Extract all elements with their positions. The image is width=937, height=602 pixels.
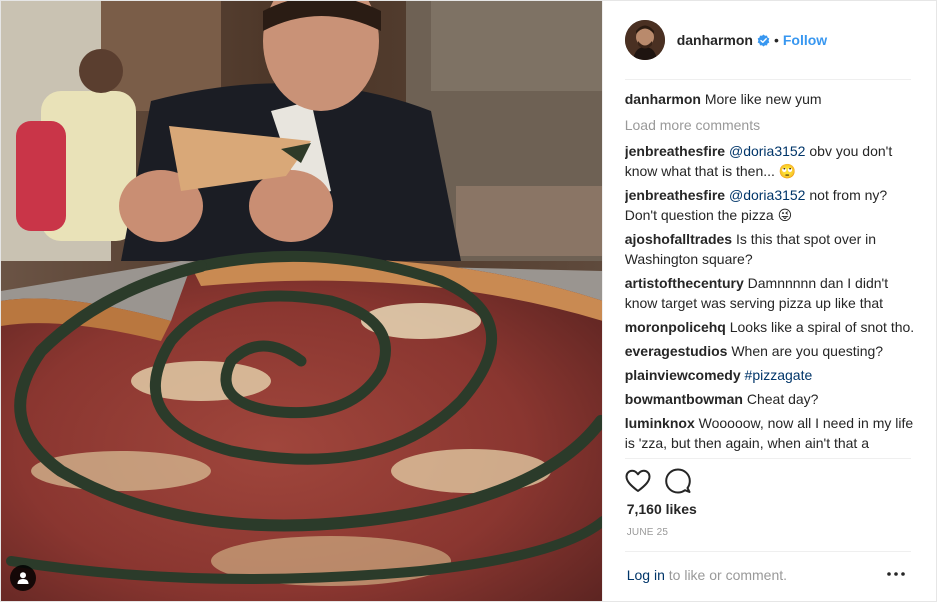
user-tag-icon — [17, 572, 29, 584]
comment-author[interactable]: plainviewcomedy — [625, 367, 741, 383]
comment-item: jenbreathesfire @doria3152 not from ny? … — [625, 185, 915, 225]
like-button[interactable] — [625, 468, 651, 494]
comment-item: moronpolicehq Looks like a spiral of sno… — [625, 317, 915, 337]
comment-author[interactable]: ajoshofalltrades — [625, 231, 732, 247]
username-link[interactable]: danharmon — [677, 32, 753, 48]
comment-button[interactable] — [664, 468, 691, 494]
more-options-icon — [887, 572, 905, 576]
comment-item: ajoshofalltrades Is this that spot over … — [625, 229, 915, 269]
comment-bubble-icon — [664, 468, 691, 494]
load-more-comments-button[interactable]: Load more comments — [625, 115, 915, 135]
comment-text: Looks like a spiral of snot tho. — [729, 319, 915, 335]
post-actions — [625, 467, 705, 495]
footer-divider — [624, 551, 911, 552]
comment-author[interactable]: jenbreathesfire — [625, 187, 725, 203]
separator-dot: • — [773, 32, 779, 48]
post-side-panel: danharmon • Follow danharmon More like n… — [601, 1, 937, 601]
comment-author[interactable]: jenbreathesfire — [625, 143, 725, 159]
comment-item: everagestudios When are you questing? — [625, 341, 915, 361]
comments-list[interactable]: danharmon More like new yum Load more co… — [625, 89, 915, 457]
heart-icon — [625, 469, 651, 492]
login-link[interactable]: Log in — [627, 567, 665, 583]
comment-item: luminknox Wooooow, now all I need in my … — [625, 413, 915, 453]
login-prompt: Log in to like or comment. — [627, 567, 787, 583]
comment-mention[interactable]: @doria3152 — [729, 187, 806, 203]
post-photo[interactable] — [1, 1, 602, 601]
comment-author[interactable]: luminknox — [625, 415, 695, 431]
header-divider — [624, 79, 911, 80]
actions-divider — [624, 458, 911, 459]
caption-text: More like new yum — [704, 91, 822, 107]
comment-text: Cheat day? — [746, 391, 819, 407]
comment-hashtag[interactable]: #pizzagate — [745, 367, 813, 383]
caption-author[interactable]: danharmon — [625, 91, 701, 107]
likes-count[interactable]: 7,160 likes — [627, 501, 697, 517]
pizza-photo-image — [1, 1, 602, 601]
comment-item: artistofthecentury Damnnnnn dan I didn't… — [625, 273, 915, 313]
avatar[interactable] — [624, 20, 665, 60]
comment-text: When are you questing? — [731, 343, 884, 359]
verified-badge-icon — [757, 34, 770, 46]
comment-author[interactable]: moronpolicehq — [625, 319, 726, 335]
comment-author[interactable]: everagestudios — [625, 343, 728, 359]
comment-author[interactable]: bowmantbowman — [625, 391, 743, 407]
follow-button[interactable]: Follow — [783, 32, 827, 48]
avatar-image — [624, 20, 665, 60]
login-prompt-text: to like or comment. — [664, 567, 788, 583]
comment-item: plainviewcomedy #pizzagate — [625, 365, 915, 385]
instagram-post: danharmon • Follow danharmon More like n… — [0, 0, 937, 602]
post-header: danharmon • Follow — [603, 1, 937, 79]
comment-mention[interactable]: @doria3152 — [729, 143, 806, 159]
comment-author[interactable]: artistofthecentury — [625, 275, 744, 291]
user-tag-button[interactable] — [10, 565, 36, 591]
comment-item: jenbreathesfire @doria3152 obv you don't… — [625, 141, 915, 181]
comment-item: bowmantbowman Cheat day? — [625, 389, 915, 409]
post-date[interactable]: JUNE 25 — [627, 527, 668, 538]
more-options-button[interactable] — [886, 563, 906, 585]
caption: danharmon More like new yum — [625, 89, 915, 109]
